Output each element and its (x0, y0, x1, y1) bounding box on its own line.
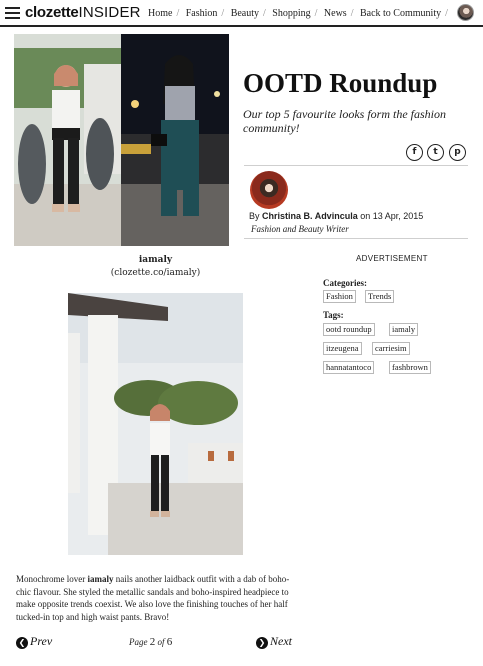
chevron-left-icon: ❮ (16, 637, 28, 649)
top-navigation-bar: clozetteINSIDER Home / Fashion / Beauty / S… (0, 0, 483, 27)
byline: By Christina B. Advincula on 13 Apr, 201… (249, 211, 424, 221)
nav-separator: / (221, 8, 225, 19)
hero-photo-left[interactable] (14, 34, 121, 246)
user-avatar[interactable] (457, 4, 474, 21)
category-tag[interactable]: Trends (365, 290, 395, 303)
nav-item-fashion[interactable]: Fashion (186, 8, 218, 19)
author-name[interactable]: Christina B. Advincula (262, 211, 358, 221)
tag-item[interactable]: itzeugena (323, 342, 362, 355)
photo-caption-name: iamaly (138, 255, 173, 265)
hero-photo-right-image (121, 34, 229, 246)
author-role: Fashion and Beauty Writer (251, 224, 349, 234)
nav-separator: / (350, 8, 354, 19)
categories-label: Categories: (323, 278, 367, 288)
tag-item[interactable]: iamaly (389, 323, 419, 336)
publish-date: on 13 Apr, 2015 (357, 211, 424, 221)
article-body: Monochrome lover iamaly nails another la… (16, 574, 290, 622)
prev-button[interactable]: ❮ Prev (16, 634, 52, 649)
nav-separator: / (314, 8, 318, 19)
main-nav: Home / Fashion / Beauty / Shopping / News / B… (148, 8, 452, 19)
nav-separator: / (176, 8, 180, 19)
pinterest-icon[interactable]: p (449, 144, 466, 161)
nav-item-back-to-community[interactable]: Back to Community (360, 8, 441, 19)
article-subtitle: Our top 5 favourite looks form the fashi… (243, 107, 446, 135)
divider (244, 238, 468, 239)
hero-photo-left-image (14, 34, 121, 246)
main-outfit-photo-image (68, 293, 243, 555)
article-title: OOTD Roundup (243, 68, 438, 98)
nav-item-news[interactable]: News (324, 8, 347, 19)
page-indicator: Page 2 of 6 (129, 636, 173, 648)
twitter-icon[interactable]: t (427, 144, 444, 161)
nav-item-home[interactable]: Home (148, 8, 172, 19)
menu-icon[interactable] (5, 7, 20, 19)
tag-item[interactable]: hannatantoco (323, 361, 375, 374)
divider (244, 165, 468, 166)
nav-separator: / (263, 8, 266, 19)
next-button[interactable]: ❯ Next (256, 634, 292, 649)
tags-label: Tags: (323, 310, 344, 320)
photo-caption-link[interactable]: (clozette.co/iamaly) (14, 268, 297, 278)
nav-item-beauty[interactable]: Beauty (231, 8, 259, 19)
tag-item[interactable]: carriesim (372, 342, 410, 355)
hero-photo-right[interactable] (121, 34, 229, 246)
body-user-link[interactable]: iamaly (87, 574, 113, 584)
advertisement-label: ADVERTISEMENT (356, 254, 428, 263)
category-tag[interactable]: Fashion (323, 290, 356, 303)
chevron-right-icon: ❯ (256, 637, 268, 649)
tag-item[interactable]: ootd roundup (323, 323, 375, 336)
author-avatar[interactable] (250, 171, 288, 209)
main-outfit-photo[interactable] (68, 293, 243, 555)
site-logo[interactable]: clozetteINSIDER (25, 4, 141, 21)
tag-item[interactable]: fashbrown (389, 361, 431, 374)
facebook-icon[interactable]: f (406, 144, 423, 161)
nav-item-shopping[interactable]: Shopping (272, 8, 310, 19)
